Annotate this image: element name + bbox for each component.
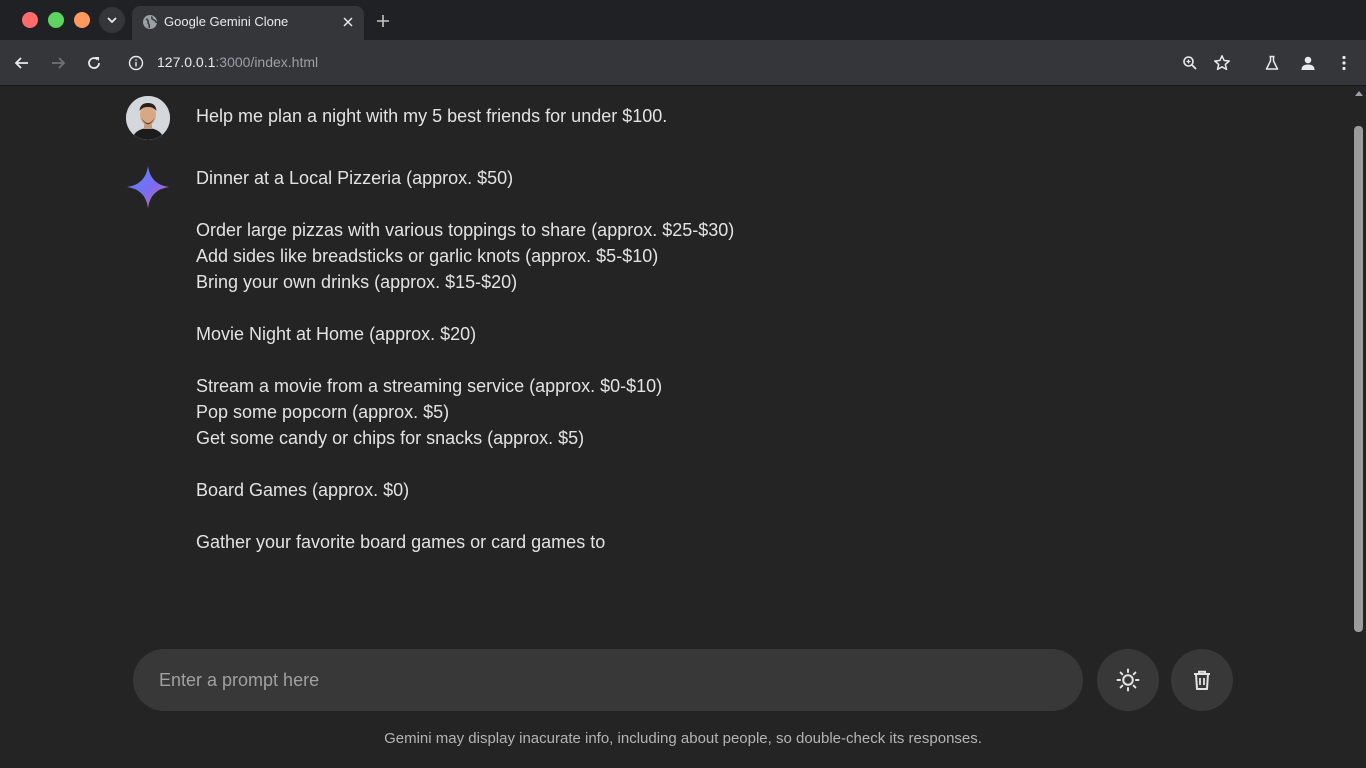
- profile-button[interactable]: [1296, 51, 1320, 75]
- kebab-menu-icon: [1342, 55, 1346, 71]
- person-icon: [1301, 56, 1315, 70]
- browser-toolbar: 127.0.0.1:3000/index.html: [0, 40, 1366, 86]
- chat-page: Help me plan a night with my 5 best frie…: [0, 87, 1366, 768]
- star-icon: [1214, 55, 1230, 71]
- flask-icon: [1265, 55, 1279, 70]
- theme-toggle-button[interactable]: [1097, 649, 1159, 711]
- sun-icon: [1116, 668, 1140, 692]
- close-icon: [343, 17, 353, 27]
- response-heading: Movie Night at Home (approx. $20): [196, 324, 477, 344]
- menu-button[interactable]: [1332, 51, 1356, 75]
- scrollbar[interactable]: [1351, 87, 1366, 632]
- scroll-up-arrow[interactable]: [1355, 91, 1363, 96]
- tab-search-button[interactable]: [99, 7, 125, 33]
- new-tab-button[interactable]: [372, 10, 394, 32]
- zoom-button[interactable]: [1178, 51, 1202, 75]
- url-text: 127.0.0.1:3000/index.html: [157, 54, 318, 70]
- reload-icon: [88, 57, 100, 69]
- window-maximize-button[interactable]: [74, 12, 90, 28]
- zoom-icon: [1183, 56, 1197, 70]
- user-avatar-image: [126, 96, 170, 140]
- scrollbar-thumb[interactable]: [1354, 126, 1363, 632]
- user-avatar: [126, 96, 170, 140]
- chevron-down-icon: [107, 17, 117, 24]
- url-path: :3000/index.html: [215, 54, 319, 70]
- url-host: 127.0.0.1: [157, 54, 216, 70]
- tab-strip: Google Gemini Clone: [0, 0, 1366, 40]
- response-heading: Board Games (approx. $0): [196, 480, 410, 500]
- reload-button[interactable]: [82, 51, 106, 75]
- response-line: Add sides like breadsticks or garlic kno…: [196, 246, 659, 266]
- response-line: Gather your favorite board games or card…: [196, 532, 606, 552]
- arrow-right-icon: [52, 57, 66, 69]
- info-icon[interactable]: [128, 55, 144, 71]
- plus-icon: [377, 15, 389, 27]
- user-message: Help me plan a night with my 5 best frie…: [196, 106, 668, 126]
- bookmark-button[interactable]: [1210, 51, 1234, 75]
- window-close-button[interactable]: [22, 12, 38, 28]
- back-button[interactable]: [10, 51, 34, 75]
- tab-title: Google Gemini Clone: [164, 14, 289, 29]
- disclaimer-text: Gemini may display inacurate info, inclu…: [384, 730, 982, 747]
- prompt-input[interactable]: [159, 649, 1059, 711]
- prompt-bar[interactable]: [133, 649, 1083, 711]
- response-line: Bring your own drinks (approx. $15-$20): [196, 272, 518, 292]
- response-line: Get some candy or chips for snacks (appr…: [196, 428, 585, 448]
- response-heading: Dinner at a Local Pizzeria (approx. $50): [196, 168, 514, 188]
- delete-chat-button[interactable]: [1171, 649, 1233, 711]
- response-line: Stream a movie from a streaming service …: [196, 376, 663, 396]
- arrow-left-icon: [14, 57, 28, 69]
- window-minimize-button[interactable]: [48, 12, 64, 28]
- gemini-sparkle-icon: [127, 166, 169, 208]
- response-line: Pop some popcorn (approx. $5): [196, 402, 450, 422]
- address-bar[interactable]: 127.0.0.1:3000/index.html: [120, 46, 1250, 80]
- labs-button[interactable]: [1260, 51, 1284, 75]
- browser-tab[interactable]: Google Gemini Clone: [132, 6, 364, 40]
- globe-icon: [143, 15, 158, 29]
- tab-close-button[interactable]: [340, 14, 356, 30]
- trash-icon: [1194, 670, 1210, 690]
- forward-button[interactable]: [46, 51, 70, 75]
- response-line: Order large pizzas with various toppings…: [196, 220, 735, 240]
